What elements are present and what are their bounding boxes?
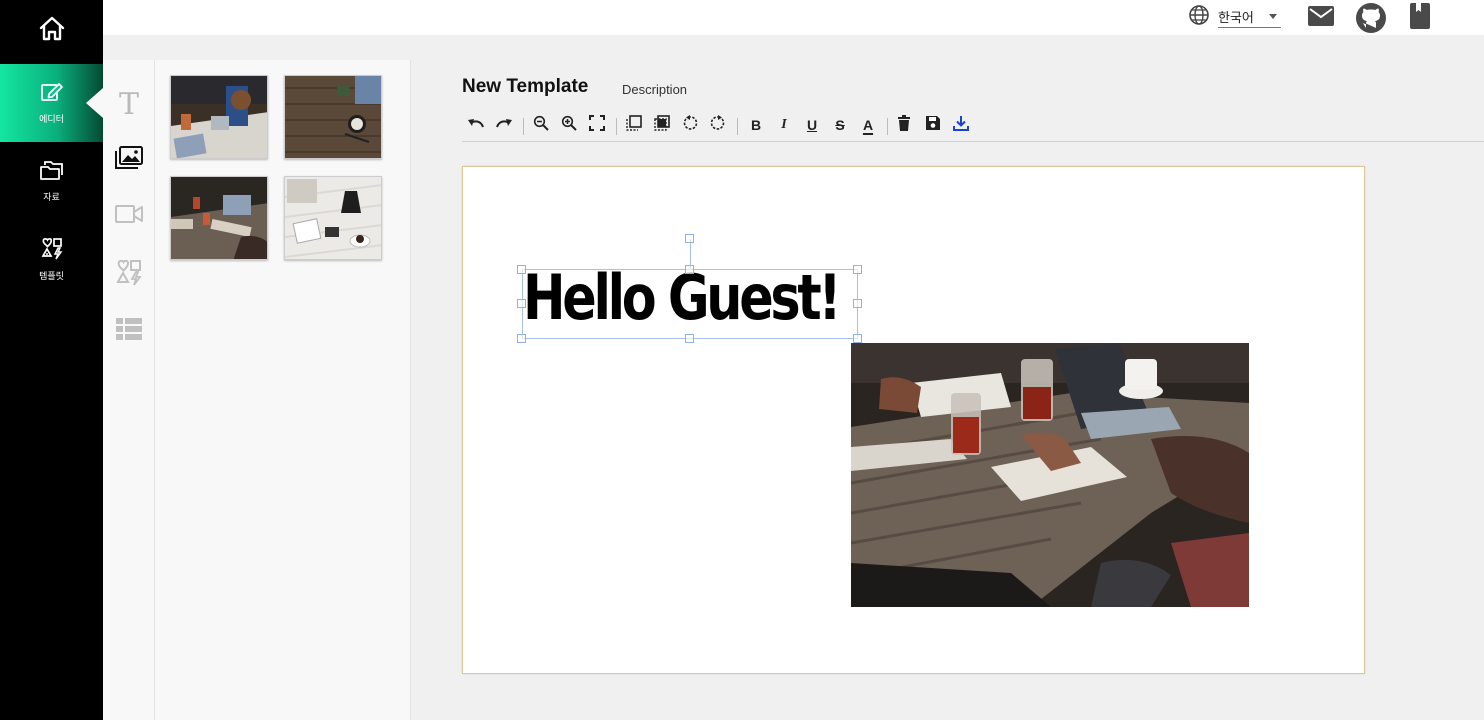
resize-handle[interactable] <box>685 334 694 343</box>
rotate-right-icon <box>710 114 726 136</box>
underline-button[interactable]: U <box>800 114 824 136</box>
undo-icon <box>467 116 485 135</box>
save-button[interactable] <box>921 114 945 136</box>
send-to-back-icon <box>654 114 670 136</box>
language-select[interactable]: 한국어 <box>1218 6 1281 28</box>
home-icon <box>38 15 66 46</box>
template-canvas[interactable]: Hello Guest! <box>462 166 1365 674</box>
italic-button[interactable]: I <box>772 114 796 136</box>
resize-handle[interactable] <box>853 299 862 308</box>
bold-button[interactable]: B <box>744 114 768 136</box>
strikethrough-button[interactable]: S <box>828 114 852 136</box>
rotate-handle[interactable] <box>685 234 694 243</box>
github-icon <box>1355 2 1387 39</box>
shapes-tool-icon <box>115 258 143 291</box>
rotate-left-button[interactable] <box>678 114 702 136</box>
workspace-laptops-image[interactable] <box>170 75 268 159</box>
text-color-label: A <box>862 117 874 133</box>
image-tool-icon <box>114 145 144 176</box>
bring-to-front-icon <box>626 114 642 136</box>
nav-item-label: 자료 <box>43 193 60 203</box>
toolbar-divider <box>887 118 888 135</box>
download-icon <box>953 115 969 136</box>
toolbar-divider <box>616 118 617 135</box>
nav-item-label: 에디터 <box>39 115 64 125</box>
bring-front-button[interactable] <box>622 114 646 136</box>
wooden-desk-image[interactable] <box>284 75 382 159</box>
rotate-left-icon <box>682 114 698 136</box>
chevron-down-icon <box>1269 14 1277 19</box>
fullscreen-icon <box>589 114 605 136</box>
save-icon <box>925 115 941 136</box>
toolbar-divider <box>737 118 738 135</box>
folder-icon <box>39 159 65 184</box>
nav-item-label: 템플릿 <box>39 272 64 282</box>
fit-screen-button[interactable] <box>585 114 609 136</box>
edit-icon <box>40 81 64 106</box>
send-back-button[interactable] <box>650 114 674 136</box>
selection-box <box>522 269 858 339</box>
team-meeting-image[interactable] <box>170 176 268 260</box>
zoom-out-icon <box>533 115 549 136</box>
undo-button[interactable] <box>464 114 488 136</box>
mail-icon <box>1306 2 1336 35</box>
resize-handle[interactable] <box>853 265 862 274</box>
resize-handle[interactable] <box>853 334 862 343</box>
main-nav: 에디터 자료 템플릿 <box>0 0 103 720</box>
table-tool-icon <box>115 317 143 346</box>
coffee-notebook-image[interactable] <box>284 176 382 260</box>
tool-strip: T <box>103 60 155 720</box>
video-tool-button[interactable] <box>103 194 155 238</box>
canvas-photo[interactable] <box>851 343 1249 607</box>
resize-handle[interactable] <box>517 334 526 343</box>
top-bar: 한국어 <box>103 0 1484 35</box>
text-tool-button[interactable]: T <box>103 82 155 126</box>
trash-icon <box>897 114 911 136</box>
home-button[interactable] <box>0 0 103 60</box>
github-button[interactable] <box>1355 2 1387 39</box>
table-tool-button[interactable] <box>103 309 155 353</box>
image-tool-button[interactable] <box>103 138 155 182</box>
text-tool-icon: T <box>118 86 139 122</box>
video-tool-icon <box>114 203 144 230</box>
image-gallery <box>155 60 411 720</box>
language-switcher[interactable]: 한국어 <box>1188 4 1281 31</box>
nav-item-templates[interactable]: 템플릿 <box>0 220 103 298</box>
redo-button[interactable] <box>492 114 516 136</box>
language-value: 한국어 <box>1218 11 1254 26</box>
redo-icon <box>495 116 513 135</box>
book-icon <box>1408 2 1432 35</box>
nav-item-resources[interactable]: 자료 <box>0 142 103 220</box>
template-icon <box>40 236 64 263</box>
docs-button[interactable] <box>1408 2 1432 35</box>
resize-handle[interactable] <box>517 299 526 308</box>
globe-icon <box>1188 4 1210 31</box>
resize-handle[interactable] <box>685 265 694 274</box>
editor-toolbar: B I U S A <box>462 110 1484 142</box>
active-nav-pointer <box>86 88 103 118</box>
rotate-right-button[interactable] <box>706 114 730 136</box>
mail-button[interactable] <box>1306 2 1336 35</box>
delete-button[interactable] <box>892 114 916 136</box>
template-description[interactable]: Description <box>622 82 687 97</box>
template-title[interactable]: New Template <box>462 76 588 98</box>
toolbar-divider <box>523 118 524 135</box>
text-color-button[interactable]: A <box>856 114 880 136</box>
zoom-out-button[interactable] <box>529 114 553 136</box>
zoom-in-icon <box>561 115 577 136</box>
resize-handle[interactable] <box>517 265 526 274</box>
shapes-tool-button[interactable] <box>103 252 155 296</box>
zoom-in-button[interactable] <box>557 114 581 136</box>
download-button[interactable] <box>949 114 973 136</box>
